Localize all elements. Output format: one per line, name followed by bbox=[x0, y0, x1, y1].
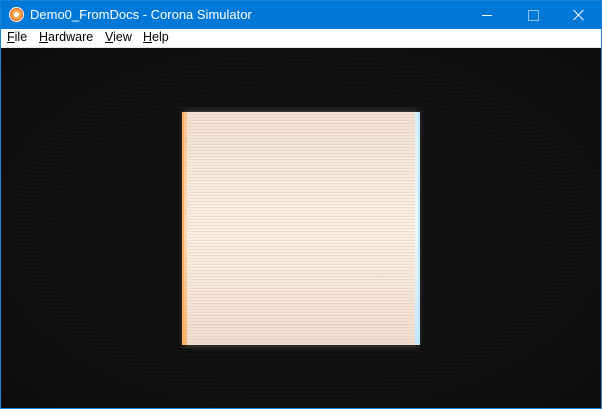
close-button[interactable] bbox=[556, 1, 602, 29]
menu-hardware[interactable]: Hardware bbox=[39, 29, 93, 47]
window-title: Demo0_FromDocs - Corona Simulator bbox=[30, 7, 252, 22]
corona-logo-icon[interactable] bbox=[9, 7, 24, 22]
menu-file[interactable]: File bbox=[7, 29, 27, 47]
menu-bar: File Hardware View Help bbox=[1, 29, 601, 48]
maximize-icon bbox=[527, 9, 539, 21]
simulator-window: Demo0_FromDocs - Corona Simulator File H… bbox=[0, 0, 602, 409]
menu-help[interactable]: Help bbox=[143, 29, 169, 47]
simulator-viewport[interactable] bbox=[1, 48, 601, 408]
title-bar[interactable]: Demo0_FromDocs - Corona Simulator bbox=[1, 1, 601, 29]
maximize-button[interactable] bbox=[510, 1, 556, 29]
close-icon bbox=[573, 9, 585, 21]
minimize-icon bbox=[482, 14, 492, 16]
minimize-button[interactable] bbox=[464, 1, 510, 29]
menu-view[interactable]: View bbox=[105, 29, 132, 47]
crt-rectangle bbox=[184, 112, 418, 345]
